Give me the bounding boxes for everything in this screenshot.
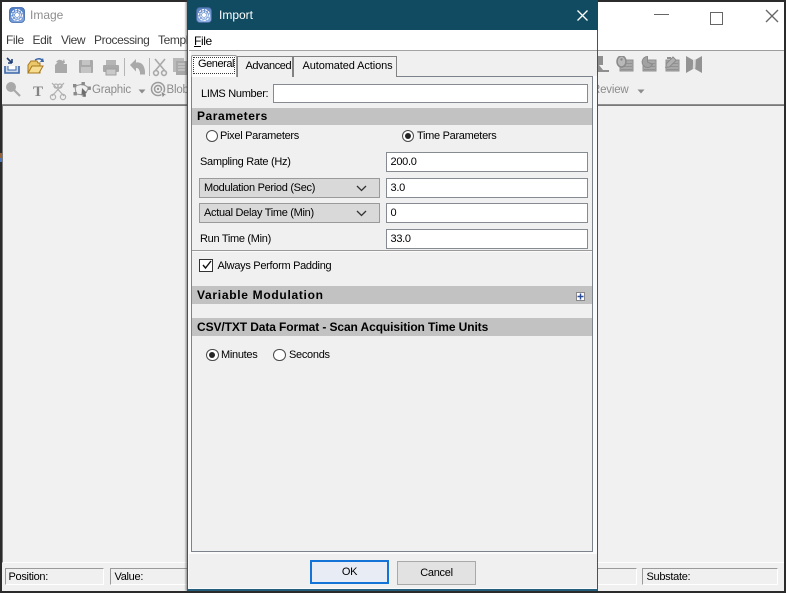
svg-text:T: T xyxy=(33,84,43,100)
